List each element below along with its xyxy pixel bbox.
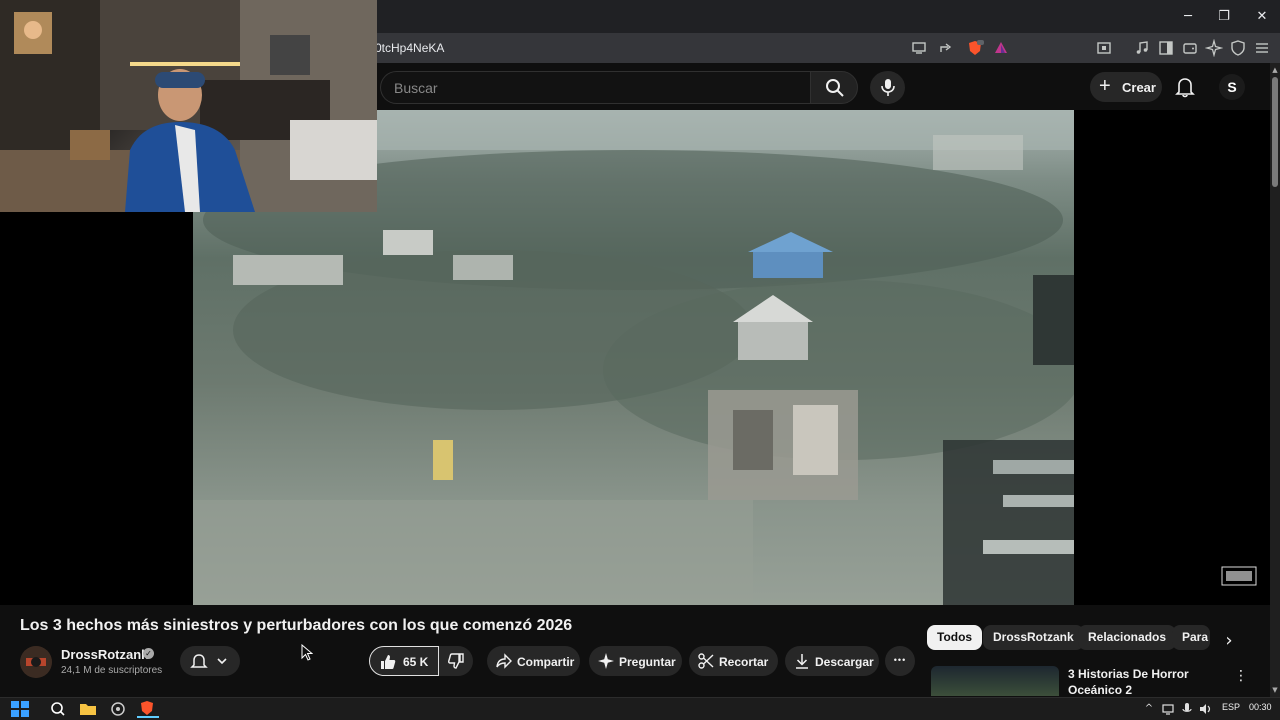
leo-ai-icon[interactable] <box>1204 38 1224 58</box>
taskbar-search-icon[interactable] <box>48 700 68 718</box>
chip-drossrotzank[interactable]: DrossRotzank <box>983 625 1084 650</box>
maximize-button[interactable]: ❐ <box>1206 6 1242 28</box>
close-button[interactable]: ✕ <box>1244 6 1280 28</box>
bell-icon <box>190 654 208 668</box>
search-input[interactable]: Buscar <box>380 71 810 104</box>
share-icon[interactable] <box>937 39 955 57</box>
voice-search-button[interactable] <box>870 71 905 104</box>
brave-rewards-icon[interactable] <box>992 39 1010 57</box>
account-avatar[interactable]: S <box>1219 74 1245 100</box>
microphone-icon <box>881 79 895 96</box>
like-dislike-group: 65 K <box>369 646 473 676</box>
download-button[interactable]: Descargar <box>785 646 879 676</box>
thumbs-up-icon <box>381 655 396 669</box>
media-music-icon[interactable] <box>1133 39 1151 57</box>
share-arrow-icon <box>496 653 512 669</box>
search-icon <box>826 79 844 97</box>
windows-start-icon[interactable] <box>10 700 30 718</box>
network-icon[interactable] <box>1161 702 1175 716</box>
scroll-down-arrow-icon[interactable]: ▼ <box>1270 685 1280 695</box>
notifications-button[interactable] <box>1170 72 1200 102</box>
channel-name[interactable]: DrossRotzank <box>61 647 148 662</box>
channel-watermark-logo <box>1220 565 1258 587</box>
thumbs-down-icon <box>448 653 464 669</box>
input-language[interactable]: ESP <box>1222 702 1240 712</box>
share-button[interactable]: Compartir <box>487 646 580 676</box>
webcam-image <box>0 0 377 212</box>
plus-icon: + <box>1099 75 1111 97</box>
chip-todos[interactable]: Todos <box>927 625 983 650</box>
download-label: Descargar <box>815 655 874 669</box>
menu-icon[interactable] <box>1253 39 1271 57</box>
clip-button[interactable]: Recortar <box>689 646 778 676</box>
scrollbar-thumb[interactable] <box>1272 77 1278 187</box>
clip-label: Recortar <box>719 655 769 669</box>
more-actions-button[interactable]: ••• <box>885 646 915 676</box>
recommended-video-menu-icon[interactable]: ⋮ <box>1234 668 1248 684</box>
file-explorer-icon[interactable] <box>78 700 98 718</box>
search-button[interactable] <box>810 71 858 104</box>
create-label: Crear <box>1122 80 1156 95</box>
tray-overflow-chevron-icon[interactable]: ^ <box>1142 702 1156 716</box>
sparkle-icon <box>598 653 614 669</box>
mouse-cursor-icon <box>301 644 313 661</box>
chip-relacionados[interactable]: Relacionados <box>1078 625 1177 650</box>
bell-icon <box>1175 78 1195 98</box>
clock-time[interactable]: 00:30 <box>1249 702 1272 712</box>
windows-taskbar: ^ ESP 00:30 <box>0 697 1280 720</box>
brave-browser-icon[interactable] <box>137 700 159 718</box>
subscriber-count: 24,1 M de suscriptores <box>61 665 163 676</box>
share-label: Compartir <box>517 655 575 669</box>
subscription-bell-button[interactable] <box>180 646 240 676</box>
vpn-icon[interactable] <box>1229 39 1247 57</box>
recommended-video-thumbnail[interactable] <box>931 666 1059 696</box>
cast-icon[interactable] <box>910 39 928 57</box>
brave-shields-icon[interactable] <box>966 39 984 57</box>
page-scrollbar[interactable]: ▲ ▼ <box>1270 63 1280 697</box>
webcam-overlay <box>0 0 377 212</box>
create-button[interactable]: + Crear <box>1090 72 1162 102</box>
chevron-down-icon <box>217 658 227 665</box>
chips-next-arrow-icon[interactable]: › <box>1218 630 1240 652</box>
video-title: Los 3 hechos más siniestros y perturbado… <box>20 617 573 634</box>
ask-label: Preguntar <box>619 655 676 669</box>
chip-para[interactable]: Para <box>1172 625 1210 650</box>
ask-button[interactable]: Preguntar <box>589 646 682 676</box>
like-count: 65 K <box>403 655 429 669</box>
scroll-up-arrow-icon[interactable]: ▲ <box>1270 65 1280 75</box>
channel-avatar[interactable] <box>20 646 52 678</box>
url-text[interactable]: 0tcHp4NeKA <box>375 41 444 55</box>
sidebar-icon[interactable] <box>1157 39 1175 57</box>
search-placeholder: Buscar <box>394 80 438 96</box>
app-icon[interactable] <box>108 700 128 718</box>
scissors-icon <box>698 653 714 669</box>
volume-icon[interactable] <box>1198 702 1212 716</box>
dislike-button[interactable] <box>439 646 473 676</box>
verified-badge-icon: ✓ <box>143 648 154 659</box>
wallet-icon[interactable] <box>1181 39 1199 57</box>
microphone-icon[interactable] <box>1180 702 1194 716</box>
minimize-button[interactable]: ─ <box>1170 6 1206 28</box>
tab-search-icon[interactable] <box>1095 39 1113 57</box>
download-icon <box>796 654 808 669</box>
recommended-video-title[interactable]: 3 Historias De Horror Oceánico 2 <box>1068 666 1238 698</box>
like-button[interactable]: 65 K <box>369 646 439 676</box>
